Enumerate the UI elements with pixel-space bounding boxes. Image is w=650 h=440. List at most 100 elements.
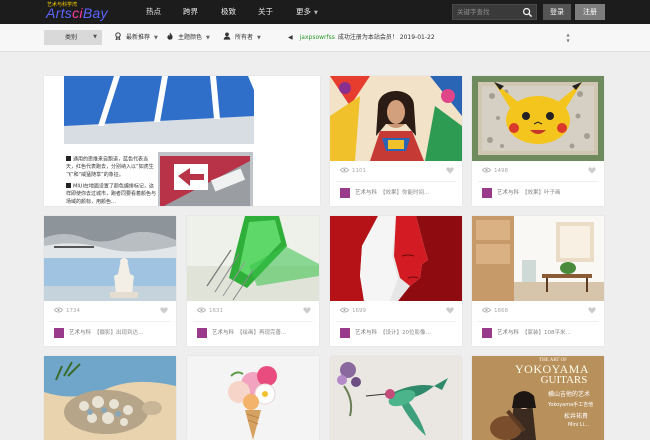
post-title: 【绘画】再现完善… xyxy=(237,330,287,336)
card-image xyxy=(44,216,176,301)
card-thumbnail xyxy=(44,216,176,301)
card-yokoyama-guitars[interactable]: THE ART OF YOKOYAMA GUITARS 横山吉他的艺术 Yoko… xyxy=(472,356,604,440)
heart-icon[interactable] xyxy=(160,307,168,314)
card-thumbnail xyxy=(472,216,604,301)
post-title: 【家装】108平米… xyxy=(522,330,572,336)
chevron-down-icon: ▼ xyxy=(93,34,97,40)
owner-filter[interactable]: 所有者 ▼ xyxy=(223,30,261,45)
heart-icon[interactable] xyxy=(588,167,596,174)
owner-label: 所有者 xyxy=(235,34,254,41)
card-meta: 1631 艺术与科 【绘画】再现完善… xyxy=(187,301,319,345)
notice-scroll-arrows[interactable]: ▲ ▼ xyxy=(565,32,571,44)
author-line[interactable]: 艺术与科 【绘画】再现完善… xyxy=(212,328,317,338)
search-icon[interactable] xyxy=(522,7,533,18)
card-image xyxy=(330,356,462,440)
filter-bar: 类别 ▼ 最新推荐 ▼ 主题颜色 ▼ 所有者 ▼ ◀ jaxpsowrfss 成功注册为本… xyxy=(0,24,650,52)
theme-color-label: 主题颜色 xyxy=(178,34,203,41)
search-input[interactable] xyxy=(457,6,519,18)
view-count: 1699 xyxy=(340,306,366,316)
view-count-value: 1734 xyxy=(66,308,80,314)
chevron-down-icon: ▼ xyxy=(206,35,210,41)
nav-extreme[interactable]: 极致 xyxy=(221,0,236,24)
card-interior[interactable]: 1668 艺术与科 【家装】108平米… xyxy=(472,216,604,346)
view-count-value: 1668 xyxy=(494,308,508,314)
card-meta: 1699 艺术与科 【设计】20位影像… xyxy=(330,301,462,345)
card-green-glass[interactable]: 1631 艺术与科 【绘画】再现完善… xyxy=(187,216,319,346)
view-count-value: 1631 xyxy=(209,308,223,314)
card-flower-cone[interactable] xyxy=(187,356,319,440)
heart-icon[interactable] xyxy=(446,167,454,174)
login-button[interactable]: 登录 xyxy=(543,4,571,20)
bullet-marker xyxy=(66,156,71,161)
author-line[interactable]: 艺术与科 【效果】你能时间… xyxy=(355,188,460,198)
post-title: 【效果】叶子画 xyxy=(522,190,561,196)
site-logo[interactable]: 艺术与科学湾 ArtsciBay xyxy=(46,1,112,23)
eye-icon xyxy=(197,307,206,312)
author-name: 艺术与科 xyxy=(355,330,378,336)
card-hummingbird[interactable] xyxy=(330,356,462,440)
post-title: 【摄影】出现到达… xyxy=(94,330,144,336)
nav-hot[interactable]: 热点 xyxy=(146,0,161,24)
card-storm-statue[interactable]: 1734 艺术与科 【摄影】出现到达… xyxy=(44,216,176,346)
yokoyama-sub-3: Mini Li… xyxy=(568,422,590,428)
notice-user[interactable]: jaxpsowrfss xyxy=(300,34,335,41)
view-count: 1668 xyxy=(482,306,508,316)
avatar[interactable] xyxy=(197,328,207,338)
latest-label: 最新推荐 xyxy=(126,34,151,41)
yokoyama-cn-title: 横山吉他的艺术 xyxy=(548,391,591,398)
avatar[interactable] xyxy=(482,188,492,198)
featured-card[interactable]: 通用的思维来自跑道，蓝色代表当天，红色代表跑去，分别纳入以“如虎生飞”和“威猛随… xyxy=(44,76,320,206)
card-pattern-portrait[interactable]: 1101 艺术与科 【效果】你能时间… xyxy=(330,76,462,206)
card-meta: 1668 艺术与科 【家装】108平米… xyxy=(472,301,604,345)
card-meta: 1498 艺术与科 【效果】叶子画 xyxy=(472,161,604,205)
avatar[interactable] xyxy=(54,328,64,338)
register-button[interactable]: 注册 xyxy=(575,4,605,20)
latest-filter[interactable]: 最新推荐 ▼ xyxy=(114,30,158,45)
avatar[interactable] xyxy=(340,328,350,338)
card-stone-turtle[interactable] xyxy=(44,356,176,440)
author-line[interactable]: 艺术与科 【设计】20位影像… xyxy=(355,328,460,338)
nav-crossover[interactable]: 跨界 xyxy=(183,0,198,24)
featured-paragraph-2: MIUI在地面设置了颜色编排标记，这样即使你去过城市，跑者同要看着颜色与场域的颜… xyxy=(66,183,156,206)
yokoyama-sub-2: 松井祐貴 xyxy=(564,413,589,420)
nav-more[interactable]: 更多 ▼ xyxy=(296,0,318,24)
card-image xyxy=(187,356,319,440)
post-title: 【效果】你能时间… xyxy=(380,190,430,196)
yokoyama-sub-1: Yokoyama手工吉他 xyxy=(548,402,594,408)
card-red-face[interactable]: 1699 艺术与科 【设计】20位影像… xyxy=(330,216,462,346)
eye-icon xyxy=(482,307,491,312)
view-count: 1734 xyxy=(54,306,80,316)
card-pikachu-garden[interactable]: 1498 艺术与科 【效果】叶子画 xyxy=(472,76,604,206)
divider xyxy=(336,181,456,182)
chevron-down-icon[interactable]: ▼ xyxy=(565,38,571,44)
heart-icon[interactable] xyxy=(446,307,454,314)
divider xyxy=(478,321,598,322)
search-box xyxy=(452,4,537,20)
category-dropdown[interactable]: 类别 ▼ xyxy=(44,30,102,45)
chevron-down-icon: ▼ xyxy=(154,35,158,41)
card-image xyxy=(472,76,604,161)
author-line[interactable]: 艺术与科 【摄影】出现到达… xyxy=(69,328,174,338)
author-name: 艺术与科 xyxy=(497,190,520,196)
view-count-value: 1101 xyxy=(352,168,366,174)
bullet-marker xyxy=(66,183,71,188)
notice-text: 成功注册为本站会员！ 2019-01-22 xyxy=(337,34,435,41)
card-image xyxy=(44,356,176,440)
view-count-value: 1699 xyxy=(352,308,366,314)
notice-ticker: ◀ jaxpsowrfss 成功注册为本站会员！ 2019-01-22 xyxy=(288,30,435,45)
author-line[interactable]: 艺术与科 【家装】108平米… xyxy=(497,328,602,338)
post-title: 【设计】20位影像… xyxy=(380,330,432,336)
heart-icon[interactable] xyxy=(303,307,311,314)
card-thumbnail xyxy=(472,76,604,161)
author-line[interactable]: 艺术与科 【效果】叶子画 xyxy=(497,188,602,198)
yokoyama-title-2: GUITARS xyxy=(540,374,588,386)
theme-color-filter[interactable]: 主题颜色 ▼ xyxy=(166,30,210,45)
avatar[interactable] xyxy=(482,328,492,338)
featured-paragraph-1-text: 通用的思维来自跑道，蓝色代表当天，红色代表跑去，分别纳入以“如虎生飞”和“威猛随… xyxy=(66,156,154,178)
heart-icon[interactable] xyxy=(588,307,596,314)
eye-icon xyxy=(340,307,349,312)
avatar[interactable] xyxy=(340,188,350,198)
logo-wordmark: ArtsciBay xyxy=(46,5,108,21)
nav-about[interactable]: 关于 xyxy=(258,0,273,24)
chevron-down-icon: ▼ xyxy=(257,35,261,41)
